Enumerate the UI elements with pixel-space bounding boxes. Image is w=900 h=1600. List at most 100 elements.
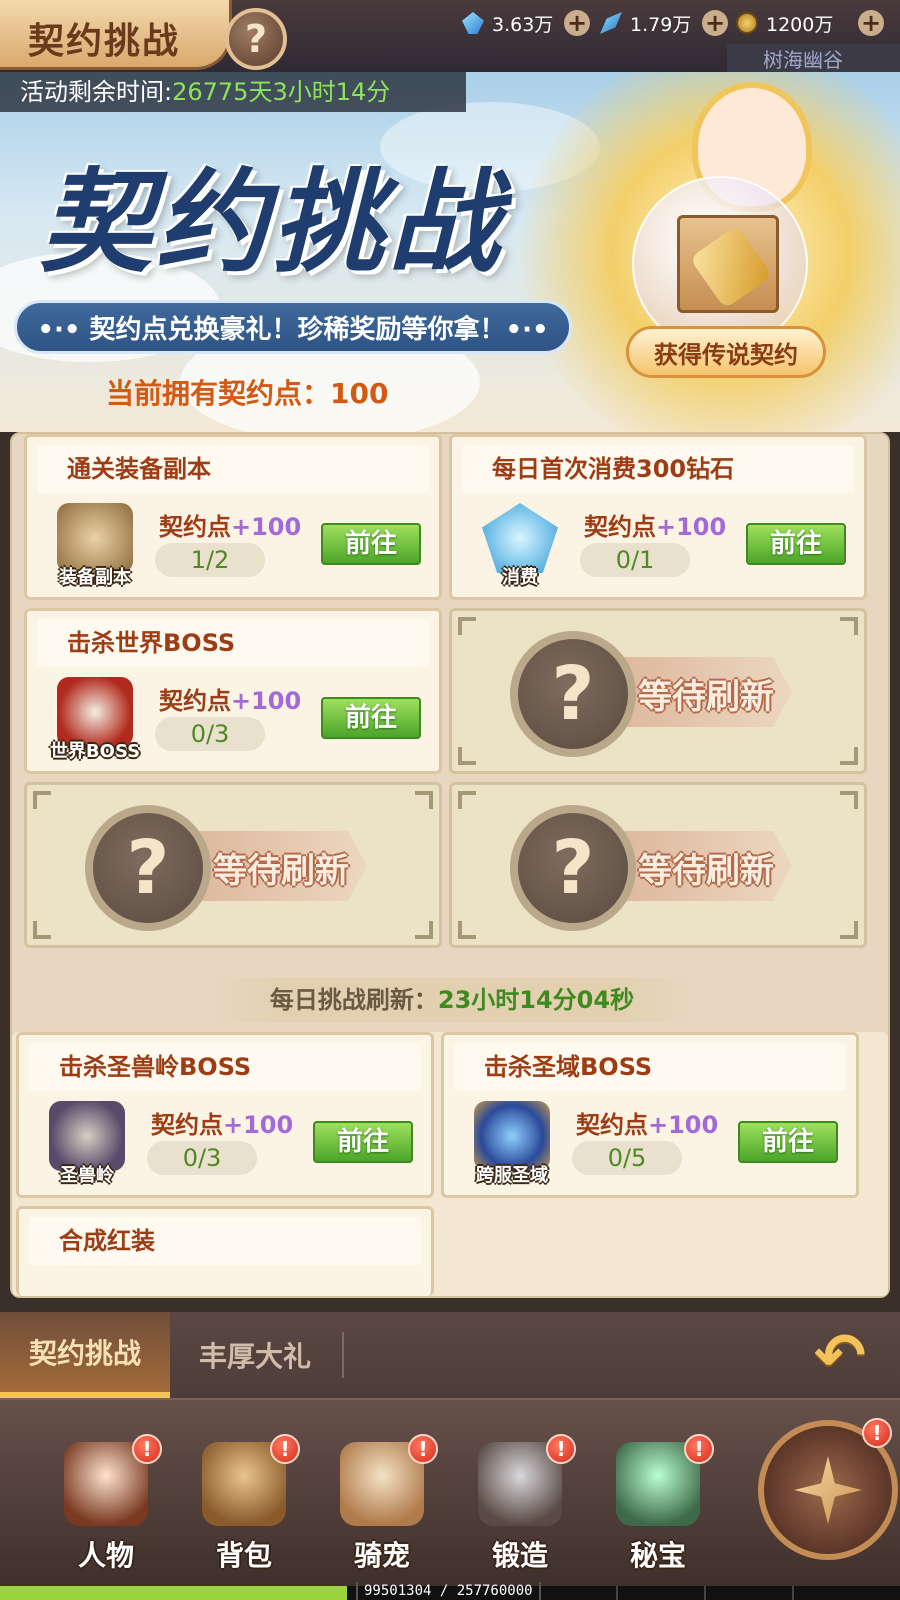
go-button[interactable]: 前往 xyxy=(321,523,421,565)
task-reward: 契约点+100 xyxy=(159,681,301,716)
reward-value: +100 xyxy=(231,687,302,715)
nav-label: 人物 xyxy=(77,1539,134,1572)
task-progress: 1/2 xyxy=(155,543,265,577)
go-button[interactable]: 前往 xyxy=(313,1121,413,1163)
task-icon: 圣兽岭 xyxy=(41,1099,133,1187)
nav-forge[interactable]: ! 锻造 xyxy=(464,1434,576,1574)
task-icon-caption: 消费 xyxy=(502,567,538,588)
daily-refresh-timer: 每日挑战刷新：23小时14分04秒 xyxy=(212,978,692,1022)
reward-label: 契约点 xyxy=(159,687,231,715)
add-crystal-button[interactable]: + xyxy=(564,10,590,36)
pending-task-card: 等待刷新 ? xyxy=(449,782,867,948)
task-title: 击杀圣域BOSS xyxy=(454,1043,846,1091)
resource-coin: 1200万 xyxy=(736,8,833,38)
notification-badge: ! xyxy=(132,1434,162,1464)
experience-text: 99501304 / 257760000 xyxy=(356,1582,541,1600)
task-reward: 契约点+100 xyxy=(151,1105,293,1140)
notification-badge: ! xyxy=(408,1434,438,1464)
task-icon-caption: 圣兽岭 xyxy=(60,1165,114,1186)
exp-tick xyxy=(704,1586,706,1600)
nav-character[interactable]: ! 人物 xyxy=(50,1434,162,1574)
task-title: 通关装备副本 xyxy=(37,445,429,493)
task-icon: 世界BOSS xyxy=(49,675,141,763)
area-name: 树海幽谷 xyxy=(727,44,900,74)
reward-label: 契约点 xyxy=(159,513,231,541)
page-title: 契约挑战 xyxy=(28,21,181,62)
question-icon: ? xyxy=(510,631,636,757)
bottom-nav: ! 人物 ! 背包 ! 骑宠 ! 锻造 ! 秘宝 ! xyxy=(0,1398,900,1586)
main-menu-compass-button[interactable]: ! xyxy=(758,1418,898,1560)
nav-label: 背包 xyxy=(215,1539,272,1572)
scroll-icon xyxy=(689,224,773,310)
banner-title: 契约挑战 xyxy=(40,158,504,288)
task-reward: 契约点+100 xyxy=(584,507,726,542)
task-icon-caption: 跨服圣域 xyxy=(476,1165,548,1186)
experience-fill xyxy=(0,1586,348,1600)
question-icon: ? xyxy=(244,17,268,61)
event-banner: 活动剩余时间:26775天3小时14分 契约挑战 •·• 契约点兑换豪礼！珍稀奖… xyxy=(0,72,900,432)
task-reward: 契约点+100 xyxy=(159,507,301,542)
corner-decoration xyxy=(840,617,858,635)
coin-amount: 1200万 xyxy=(766,13,834,36)
nav-mount[interactable]: ! 骑宠 xyxy=(326,1434,438,1574)
reward-value: +100 xyxy=(656,513,727,541)
top-bar: 契约挑战 ? 3.63万 + 1.79万 + 1200万 + 树海幽谷 xyxy=(0,0,900,74)
event-timer: 活动剩余时间:26775天3小时14分 xyxy=(0,72,466,112)
go-button[interactable]: 前往 xyxy=(738,1121,838,1163)
pending-label: 等待刷新 xyxy=(638,677,774,717)
go-button[interactable]: 前往 xyxy=(746,523,846,565)
resource-feather: 1.79万 xyxy=(600,8,691,38)
weekly-task-list[interactable]: 击杀圣兽岭BOSS 圣兽岭 契约点+100 0/3 前往 击杀圣域BOSS 跨服… xyxy=(12,1032,888,1296)
reward-value: +100 xyxy=(231,513,302,541)
corner-decoration xyxy=(458,747,476,765)
task-title: 击杀圣兽岭BOSS xyxy=(29,1043,421,1091)
nav-treasure[interactable]: ! 秘宝 xyxy=(602,1434,714,1574)
add-feather-button[interactable]: + xyxy=(702,10,728,36)
task-card-craft-red-gear: 合成红装 xyxy=(16,1206,434,1296)
resource-crystal: 3.63万 xyxy=(462,8,553,38)
nav-label: 骑宠 xyxy=(353,1539,410,1572)
timer-label: 活动剩余时间: xyxy=(20,78,173,106)
feather-icon xyxy=(600,12,622,34)
title-tab: 契约挑战 xyxy=(0,0,232,70)
get-legend-contract-button[interactable]: 获得传说契约 xyxy=(626,326,826,378)
help-button[interactable]: ? xyxy=(225,8,287,70)
corner-decoration xyxy=(840,921,858,939)
corner-decoration xyxy=(458,791,476,809)
refresh-value: 23小时14分04秒 xyxy=(437,986,635,1014)
crystal-amount: 3.63万 xyxy=(492,13,554,36)
question-icon: ? xyxy=(85,805,211,931)
task-icon: 消费 xyxy=(474,501,566,589)
nav-backpack[interactable]: ! 背包 xyxy=(188,1434,300,1574)
legendary-contract-item[interactable] xyxy=(677,215,779,313)
pending-label: 等待刷新 xyxy=(213,851,349,891)
task-title: 击杀世界BOSS xyxy=(37,619,429,667)
task-card-holy-domain-boss: 击杀圣域BOSS 跨服圣域 契约点+100 0/5 前往 xyxy=(441,1032,859,1198)
nav-label: 秘宝 xyxy=(629,1539,686,1572)
tab-contract-challenge[interactable]: 契约挑战 xyxy=(0,1312,170,1398)
add-coin-button[interactable]: + xyxy=(858,10,884,36)
exp-tick xyxy=(616,1586,618,1600)
tab-bar: 契约挑战 丰厚大礼 ↶ xyxy=(0,1312,900,1398)
task-card-daily-spend: 每日首次消费300钻石 消费 契约点+100 0/1 前往 xyxy=(449,434,867,600)
pending-task-card: 等待刷新 ? xyxy=(449,608,867,774)
tab-rich-gifts[interactable]: 丰厚大礼 xyxy=(170,1312,340,1398)
task-progress: 0/3 xyxy=(155,717,265,751)
task-icon: 跨服圣域 xyxy=(466,1099,558,1187)
task-card-world-boss: 击杀世界BOSS 世界BOSS 契约点+100 0/3 前往 xyxy=(24,608,442,774)
reward-value: +100 xyxy=(648,1111,719,1139)
coin-icon xyxy=(736,12,758,34)
back-arrow-icon: ↶ xyxy=(814,1319,866,1392)
contract-points: 当前拥有契约点：100 xyxy=(106,377,389,410)
go-button[interactable]: 前往 xyxy=(321,697,421,739)
corner-decoration xyxy=(33,791,51,809)
crystal-icon xyxy=(462,12,484,34)
task-progress: 0/3 xyxy=(147,1141,257,1175)
reward-label: 契约点 xyxy=(576,1111,648,1139)
back-button[interactable]: ↶ xyxy=(800,1324,880,1388)
question-icon: ? xyxy=(510,805,636,931)
task-card-equipment-dungeon: 通关装备副本 装备副本 契约点+100 1/2 前往 xyxy=(24,434,442,600)
exp-tick xyxy=(792,1586,794,1600)
compass-star-icon xyxy=(794,1456,862,1524)
notification-badge: ! xyxy=(684,1434,714,1464)
